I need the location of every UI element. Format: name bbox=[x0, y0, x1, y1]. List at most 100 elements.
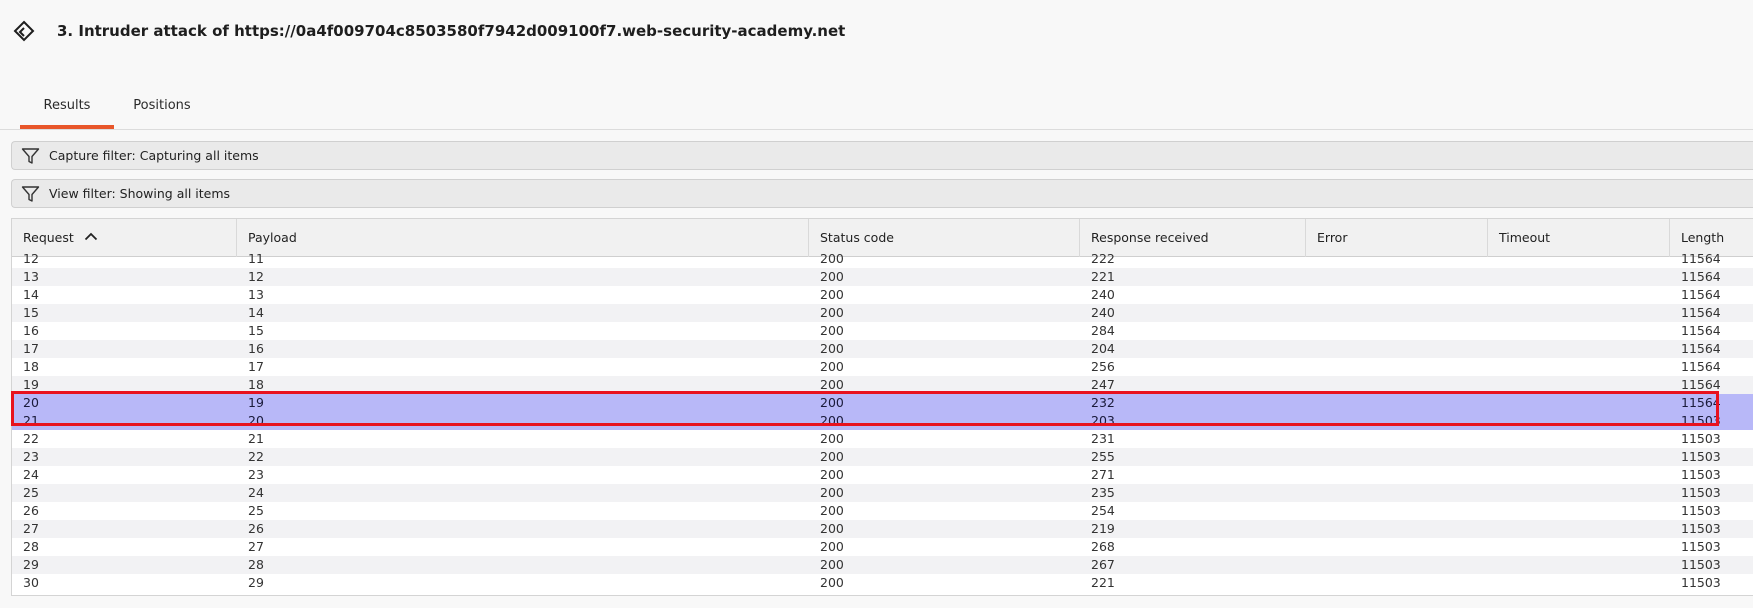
cell-error bbox=[1306, 340, 1317, 358]
cell-response: 232 bbox=[1091, 395, 1115, 410]
cell-timeout bbox=[1488, 430, 1499, 448]
cell-payload: 25 bbox=[248, 503, 264, 518]
table-row[interactable]: 24 23 200 271 11503 bbox=[12, 466, 1753, 484]
table-row[interactable]: 27 26 200 219 11503 bbox=[12, 520, 1753, 538]
results-table: Request Payload Status code Response rec… bbox=[11, 218, 1753, 596]
bottom-strip bbox=[0, 596, 1753, 608]
table-row[interactable]: 13 12 200 221 11564 bbox=[12, 268, 1753, 286]
cell-response: 221 bbox=[1091, 269, 1115, 284]
cell-length: 11503 bbox=[1681, 503, 1721, 518]
cell-payload: 21 bbox=[248, 431, 264, 446]
table-row[interactable]: 25 24 200 235 11503 bbox=[12, 484, 1753, 502]
cell-error bbox=[1306, 268, 1317, 286]
cell-request: 12 bbox=[23, 251, 39, 266]
tab-label: Positions bbox=[133, 98, 191, 113]
cell-length: 11564 bbox=[1681, 395, 1721, 410]
cell-status: 200 bbox=[820, 287, 844, 302]
table-row[interactable]: 16 15 200 284 11564 bbox=[12, 322, 1753, 340]
cell-request: 21 bbox=[23, 413, 39, 428]
cell-status: 200 bbox=[820, 575, 844, 590]
cell-payload: 11 bbox=[248, 251, 264, 266]
cell-payload: 14 bbox=[248, 305, 264, 320]
column-label: Error bbox=[1317, 230, 1348, 245]
column-label: Timeout bbox=[1499, 230, 1551, 245]
column-label: Request bbox=[23, 230, 74, 245]
table-row[interactable]: 14 13 200 240 11564 bbox=[12, 286, 1753, 304]
cell-error bbox=[1306, 412, 1317, 430]
table-row[interactable]: 21 20 200 203 11503 bbox=[12, 412, 1753, 430]
cell-payload: 27 bbox=[248, 539, 264, 554]
cell-request: 26 bbox=[23, 503, 39, 518]
cell-error bbox=[1306, 394, 1317, 412]
cell-response: 254 bbox=[1091, 503, 1115, 518]
cell-status: 200 bbox=[820, 395, 844, 410]
table-row[interactable]: 23 22 200 255 11503 bbox=[12, 448, 1753, 466]
cell-error bbox=[1306, 304, 1317, 322]
cell-error bbox=[1306, 430, 1317, 448]
burp-intruder-icon[interactable] bbox=[11, 19, 37, 45]
cell-length: 11564 bbox=[1681, 377, 1721, 392]
column-label: Length bbox=[1681, 230, 1725, 245]
cell-error bbox=[1306, 286, 1317, 304]
table-row[interactable]: 12 11 200 222 11564 bbox=[12, 250, 1753, 268]
cell-payload: 29 bbox=[248, 575, 264, 590]
cell-length: 11503 bbox=[1681, 575, 1721, 590]
cell-length: 11503 bbox=[1681, 431, 1721, 446]
cell-error bbox=[1306, 358, 1317, 376]
tab-positions[interactable]: Positions bbox=[120, 88, 204, 129]
cell-error bbox=[1306, 448, 1317, 466]
table-row[interactable]: 19 18 200 247 11564 bbox=[12, 376, 1753, 394]
cell-error bbox=[1306, 250, 1317, 268]
cell-length: 11503 bbox=[1681, 485, 1721, 500]
cell-request: 27 bbox=[23, 521, 39, 536]
table-row[interactable]: 26 25 200 254 11503 bbox=[12, 502, 1753, 520]
cell-timeout bbox=[1488, 304, 1499, 322]
cell-length: 11564 bbox=[1681, 251, 1721, 266]
cell-response: 267 bbox=[1091, 557, 1115, 572]
capture-filter-label: Capture filter: Capturing all items bbox=[49, 148, 259, 163]
cell-response: 240 bbox=[1091, 305, 1115, 320]
cell-timeout bbox=[1488, 538, 1499, 556]
cell-error bbox=[1306, 538, 1317, 556]
table-row[interactable]: 15 14 200 240 11564 bbox=[12, 304, 1753, 322]
view-filter-label: View filter: Showing all items bbox=[49, 186, 231, 201]
cell-status: 200 bbox=[820, 269, 844, 284]
cell-status: 200 bbox=[820, 431, 844, 446]
cell-length: 11564 bbox=[1681, 287, 1721, 302]
capture-filter-bar[interactable]: Capture filter: Capturing all items bbox=[11, 141, 1753, 170]
view-filter-bar[interactable]: View filter: Showing all items bbox=[11, 179, 1753, 208]
cell-length: 11503 bbox=[1681, 413, 1721, 428]
cell-payload: 17 bbox=[248, 359, 264, 374]
table-row[interactable]: 20 19 200 232 11564 bbox=[12, 394, 1753, 412]
cell-response: 255 bbox=[1091, 449, 1115, 464]
cell-request: 17 bbox=[23, 341, 39, 356]
cell-status: 200 bbox=[820, 449, 844, 464]
table-row[interactable]: 30 29 200 221 11503 bbox=[12, 574, 1753, 592]
cell-response: 284 bbox=[1091, 323, 1115, 338]
cell-request: 13 bbox=[23, 269, 39, 284]
cell-status: 200 bbox=[820, 557, 844, 572]
table-row[interactable]: 28 27 200 268 11503 bbox=[12, 538, 1753, 556]
window-title: 3. Intruder attack of https://0a4f009704… bbox=[57, 22, 846, 40]
cell-length: 11564 bbox=[1681, 359, 1721, 374]
cell-timeout bbox=[1488, 394, 1499, 412]
cell-payload: 24 bbox=[248, 485, 264, 500]
table-row[interactable]: 18 17 200 256 11564 bbox=[12, 358, 1753, 376]
cell-length: 11503 bbox=[1681, 521, 1721, 536]
cell-payload: 19 bbox=[248, 395, 264, 410]
cell-status: 200 bbox=[820, 485, 844, 500]
tab-results[interactable]: Results bbox=[20, 88, 114, 129]
table-row[interactable]: 17 16 200 204 11564 bbox=[12, 340, 1753, 358]
cell-timeout bbox=[1488, 358, 1499, 376]
table-row[interactable]: 29 28 200 267 11503 bbox=[12, 556, 1753, 574]
cell-status: 200 bbox=[820, 503, 844, 518]
cell-payload: 28 bbox=[248, 557, 264, 572]
table-row[interactable]: 22 21 200 231 11503 bbox=[12, 430, 1753, 448]
cell-status: 200 bbox=[820, 413, 844, 428]
cell-request: 25 bbox=[23, 485, 39, 500]
cell-request: 30 bbox=[23, 575, 39, 590]
cell-timeout bbox=[1488, 448, 1499, 466]
cell-status: 200 bbox=[820, 359, 844, 374]
cell-error bbox=[1306, 574, 1317, 592]
cell-error bbox=[1306, 556, 1317, 574]
